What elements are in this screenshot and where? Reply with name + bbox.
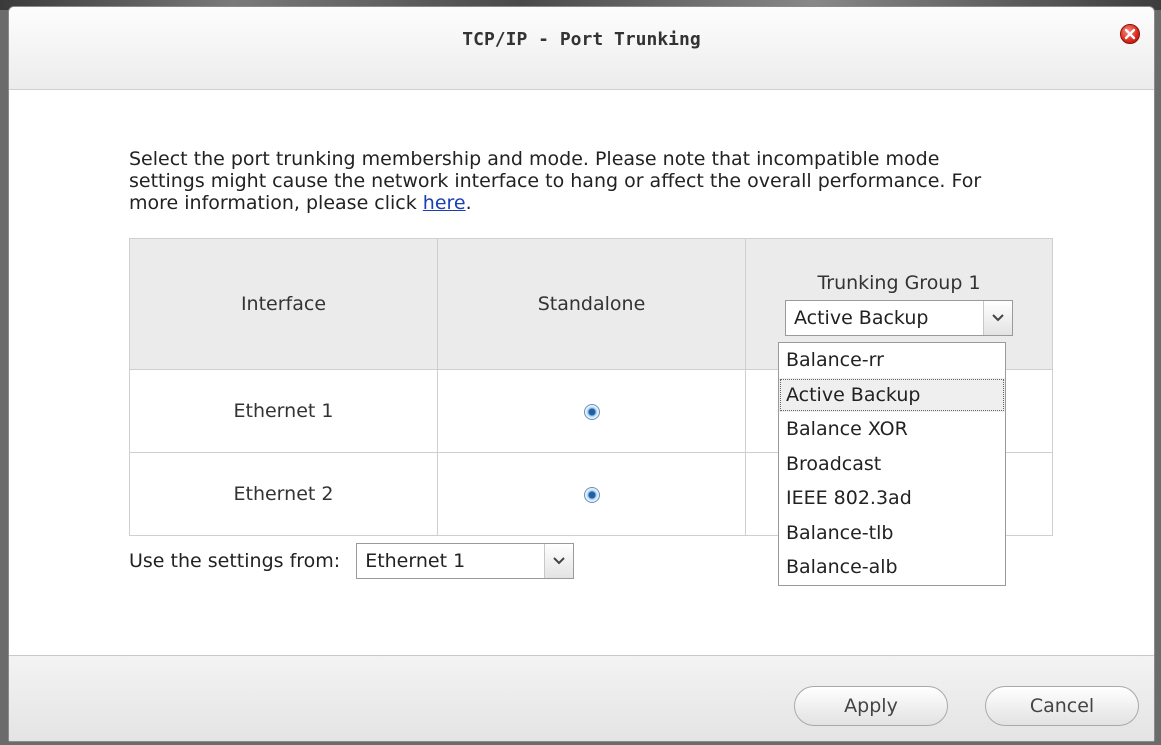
standalone-cell — [437, 452, 746, 536]
trunking-mode-value: Active Backup — [794, 307, 929, 329]
settings-source-select[interactable]: Ethernet 1 — [356, 543, 575, 579]
close-button[interactable] — [1120, 24, 1140, 44]
standalone-cell — [437, 369, 746, 453]
standalone-radio-ethernet-1[interactable] — [583, 403, 600, 420]
intro-text-main: Select the port trunking membership and … — [129, 148, 982, 214]
header-standalone: Standalone — [437, 238, 746, 370]
port-trunking-dialog: TCP/IP - Port Trunking Select the port t… — [8, 6, 1155, 742]
intro-text: Select the port trunking membership and … — [129, 148, 1009, 214]
trunking-mode-select[interactable]: Active Backup — [785, 300, 1013, 336]
dialog-titlebar: TCP/IP - Port Trunking — [9, 7, 1154, 90]
dialog-title: TCP/IP - Port Trunking — [462, 29, 701, 50]
interface-name: Ethernet 1 — [129, 369, 438, 453]
settings-source-row: Use the settings from: Ethernet 1 — [129, 543, 575, 579]
mode-option-balance-tlb[interactable]: Balance-tlb — [779, 516, 1005, 551]
help-link[interactable]: here — [423, 192, 466, 214]
settings-source-value: Ethernet 1 — [365, 550, 466, 572]
dialog-body: Select the port trunking membership and … — [9, 90, 1154, 655]
mode-option-balance-alb[interactable]: Balance-alb — [779, 550, 1005, 585]
mode-option-active-backup[interactable]: Active Backup — [779, 377, 1005, 412]
header-interface: Interface — [129, 238, 438, 370]
trunking-mode-dropdown-list: Balance-rr Active Backup Balance XOR Bro… — [778, 342, 1006, 586]
close-icon — [1124, 28, 1136, 40]
chevron-down-icon[interactable] — [983, 301, 1012, 335]
dialog-footer: Apply Cancel — [9, 655, 1154, 741]
mode-option-broadcast[interactable]: Broadcast — [779, 447, 1005, 482]
chevron-down-icon[interactable] — [544, 544, 574, 578]
interface-name: Ethernet 2 — [129, 452, 438, 536]
mode-option-ieee-802-3ad[interactable]: IEEE 802.3ad — [779, 481, 1005, 516]
cancel-button[interactable]: Cancel — [985, 686, 1139, 726]
mode-option-balance-xor[interactable]: Balance XOR — [779, 412, 1005, 447]
mode-option-balance-rr[interactable]: Balance-rr — [779, 343, 1005, 378]
intro-text-end: . — [465, 192, 472, 214]
settings-source-label: Use the settings from: — [129, 550, 341, 572]
standalone-radio-ethernet-2[interactable] — [583, 486, 600, 503]
trunking-group-label: Trunking Group 1 — [817, 272, 981, 294]
apply-button[interactable]: Apply — [794, 686, 948, 726]
